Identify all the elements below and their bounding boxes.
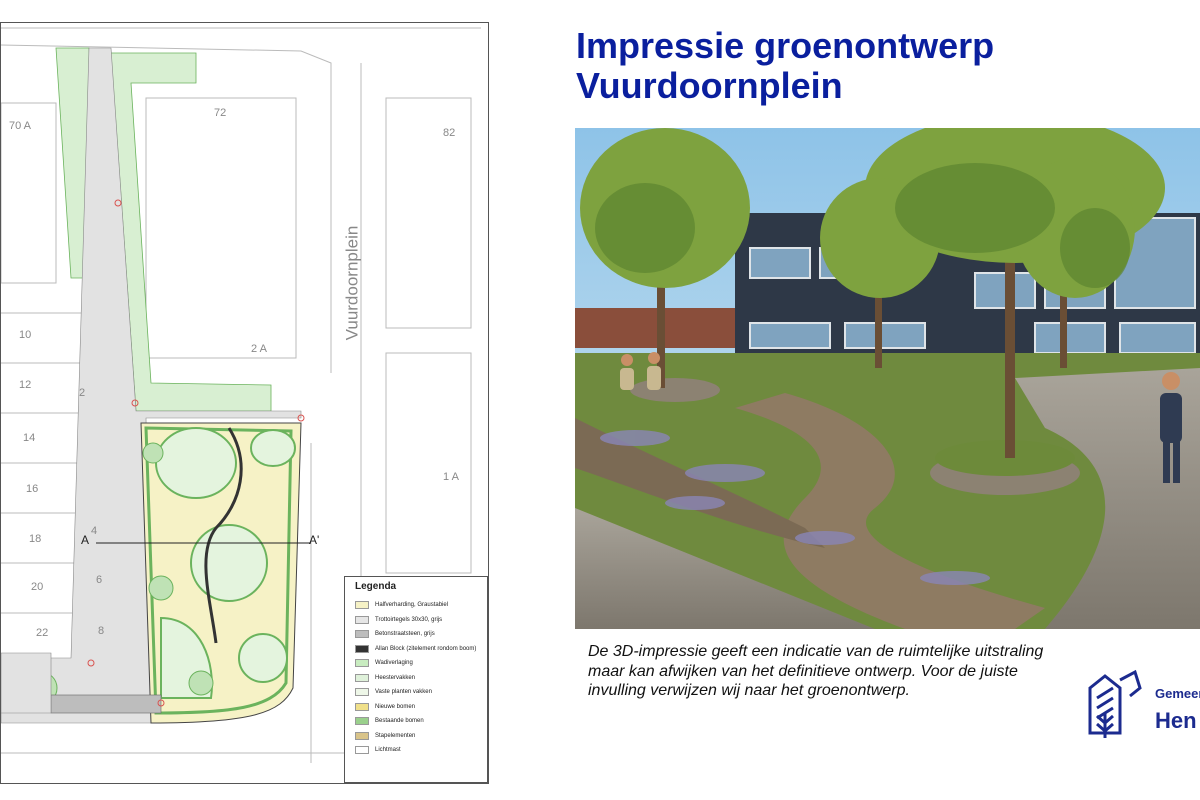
legend-swatch [355, 644, 369, 653]
legend-swatch [355, 746, 369, 755]
house-number: 72 [214, 107, 227, 119]
legend-row: Lichtmast [345, 743, 487, 758]
legend-swatch [355, 615, 369, 624]
legend-label: Heestervakken [375, 674, 416, 681]
legend-label: Trottoirtegels 30x30, grijs [375, 616, 443, 623]
legend-label: Halfverharding, Graustabiel [375, 602, 449, 609]
legend-label: Allan Block (zitelement rondom boom) [375, 645, 477, 652]
legend-label: Lichtmast [375, 747, 401, 754]
legend-label: Bestaande bomen [375, 718, 424, 725]
legend-swatch [355, 717, 369, 726]
logo-text-line-1: Gemeente [1155, 686, 1200, 701]
legend-row: Heestervakken [345, 671, 487, 686]
house-number: 4 [91, 525, 98, 537]
house-number: 14 [23, 432, 36, 444]
legend-row: Wadiverlaging [345, 656, 487, 671]
page-title: Impressie groenontwerp Vuurdoornplein [576, 26, 994, 106]
house-number: 18 [29, 533, 42, 545]
street-label: Vuurdoornplein [342, 225, 362, 341]
house-number: 6 [96, 574, 103, 586]
legend-label: Vaste planten vakken [375, 689, 432, 696]
house-number: 20 [31, 581, 44, 593]
legend-swatch [355, 601, 369, 610]
impression-caption: De 3D-impressie geeft een indicatie van … [588, 643, 1044, 699]
legend-swatch [355, 702, 369, 711]
legend-swatch [355, 659, 369, 668]
impression-image [575, 128, 1200, 629]
legend-row: Allan Block (zitelement rondom boom) [345, 642, 487, 657]
house-number: 82 [443, 127, 456, 139]
house-number: 70 A [9, 120, 32, 132]
legend-label: Betonstraatsteen, grijs [375, 631, 435, 638]
municipality-logo: Gemeente Hen [1085, 668, 1200, 748]
plan-legend: Legenda Halfverharding, Graustabiel Trott… [344, 576, 488, 783]
house-number: 12 [19, 379, 32, 391]
house-number: 16 [26, 483, 39, 495]
house-number: 10 [19, 329, 32, 341]
house-number: 8 [98, 625, 105, 637]
house-number: 2 [79, 387, 86, 399]
house-number: 1 A [443, 471, 459, 483]
section-start-label: A [81, 533, 90, 547]
legend-label: Stapelementen [375, 732, 416, 739]
legend-row: Halfverharding, Graustabiel [345, 598, 487, 613]
legend-swatch [355, 673, 369, 682]
legend-title: Legenda [355, 581, 397, 592]
title-line-2: Vuurdoornplein [576, 65, 843, 106]
legend-row: Vaste planten vakken [345, 685, 487, 700]
section-end-label: A' [309, 533, 320, 547]
legend-row: Stapelementen [345, 729, 487, 744]
site-plan: Vuurdoornplein 70 A 72 82 10 12 14 16 18… [0, 22, 489, 784]
municipality-logo-icon [1088, 669, 1142, 738]
title-line-1: Impressie groenontwerp [576, 25, 995, 66]
legend-row: Nieuwe bomen [345, 700, 487, 715]
legend-row: Bestaande bomen [345, 714, 487, 729]
legend-row: Trottoirtegels 30x30, grijs [345, 613, 487, 628]
legend-row: Betonstraatsteen, grijs [345, 627, 487, 642]
legend-swatch [355, 630, 369, 639]
house-number: 22 [36, 627, 49, 639]
legend-swatch [355, 688, 369, 697]
house-number: 2 A [251, 343, 267, 355]
legend-swatch [355, 731, 369, 740]
legend-label: Wadiverlaging [375, 660, 413, 667]
legend-label: Nieuwe bomen [375, 703, 416, 710]
logo-text-line-2: Hen [1155, 708, 1197, 733]
